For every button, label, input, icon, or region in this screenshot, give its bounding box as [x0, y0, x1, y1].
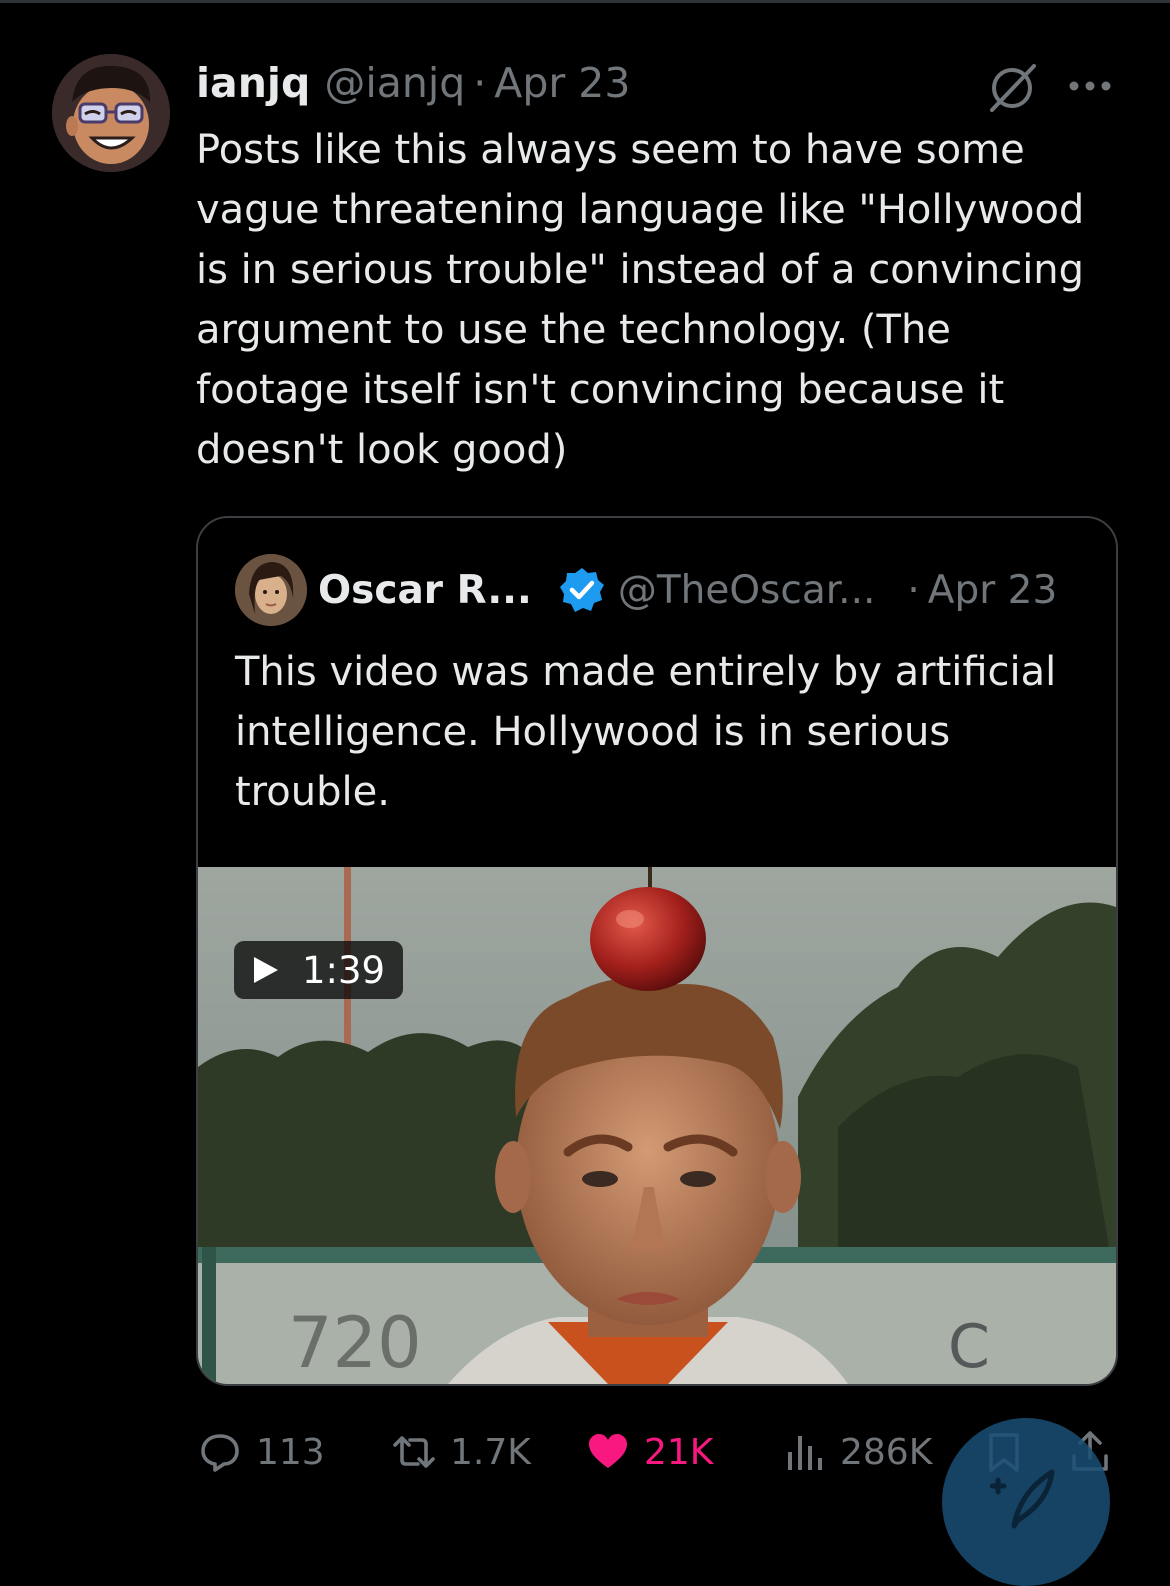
more-icon[interactable]: [1066, 75, 1114, 97]
reply-count: 113: [256, 1431, 325, 1473]
heart-icon: [589, 1434, 627, 1468]
repost-icon: [393, 1436, 435, 1468]
quoted-post-header: Oscar R... @TheOscar... · Apr 23: [318, 564, 1057, 616]
video-duration: 1:39: [302, 948, 386, 992]
svg-text:C: C: [948, 1312, 990, 1382]
author-avatar[interactable]: [52, 54, 170, 172]
post-date[interactable]: Apr 23: [494, 59, 630, 107]
quoted-author-avatar[interactable]: [235, 554, 307, 626]
views-icon: [788, 1436, 822, 1470]
post-header: ianjq @ianjq · Apr 23: [196, 58, 630, 108]
repost-button[interactable]: 1.7K: [392, 1422, 531, 1482]
views-button[interactable]: 286K: [782, 1422, 932, 1482]
like-count: 21K: [644, 1431, 714, 1473]
top-divider: [0, 0, 1170, 3]
quoted-post-date[interactable]: Apr 23: [928, 568, 1058, 613]
reply-button[interactable]: 113: [198, 1422, 325, 1482]
video-duration-badge: 1:39: [234, 941, 404, 999]
author-handle[interactable]: @ianjq: [324, 59, 465, 107]
quoted-post[interactable]: Oscar R... @TheOscar... · Apr 23 This vi…: [196, 516, 1118, 1386]
compose-feather-icon: [990, 1469, 1055, 1529]
svg-text:720: 720: [288, 1302, 422, 1384]
post-text: Posts like this always seem to have some…: [196, 127, 1085, 473]
quoted-author-handle[interactable]: @TheOscar...: [618, 568, 876, 613]
quoted-separator-dot: ·: [907, 567, 920, 613]
author-name[interactable]: ianjq: [196, 59, 310, 107]
separator-dot: ·: [473, 59, 487, 107]
null-icon[interactable]: [986, 62, 1038, 112]
compose-button[interactable]: [942, 1418, 1110, 1586]
quoted-author-name[interactable]: Oscar R...: [318, 568, 532, 613]
play-icon: [254, 957, 278, 983]
quoted-post-text: This video was made entirely by artifici…: [235, 649, 1057, 815]
repost-count: 1.7K: [450, 1431, 531, 1473]
verified-badge-icon: [559, 568, 604, 612]
views-count: 286K: [840, 1431, 933, 1473]
reply-icon: [201, 1434, 239, 1472]
like-button[interactable]: 21K: [586, 1422, 713, 1482]
